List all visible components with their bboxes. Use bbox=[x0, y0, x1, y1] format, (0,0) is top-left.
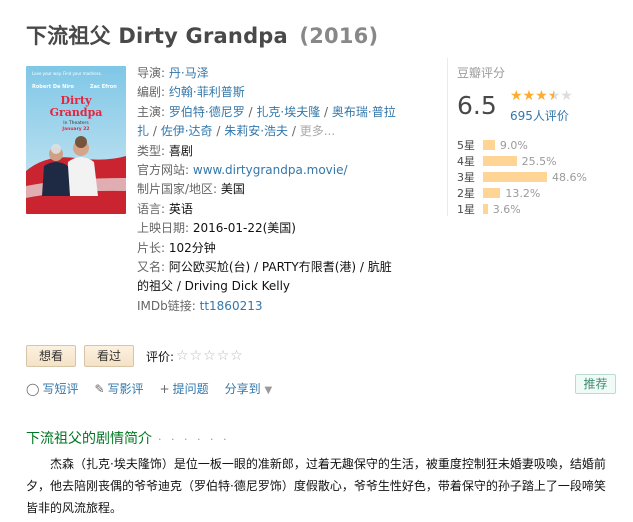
poster-actor-1: Robert De Niro bbox=[32, 84, 74, 90]
info-imdb: IMDb链接: tt1860213 bbox=[137, 298, 263, 313]
cast-link-2[interactable]: 扎克·埃夫隆 bbox=[256, 105, 320, 119]
cast-link-1[interactable]: 罗伯特·德尼罗 bbox=[169, 105, 245, 119]
movie-info: 导演: 丹·马泽 编剧: 约翰·菲利普斯 主演: 罗伯特·德尼罗 / 扎克·埃夫… bbox=[137, 64, 397, 316]
movie-poster[interactable]: Love your way. Find your madness. Robert… bbox=[26, 66, 126, 214]
rating-bar-label: 4星 bbox=[457, 155, 475, 168]
empty-star-icon: ★ bbox=[560, 88, 573, 104]
want-to-see-button[interactable]: 想看 bbox=[26, 345, 76, 367]
title-en: Dirty Grandpa bbox=[118, 24, 288, 48]
write-short-review-link[interactable]: ◯ 写短评 bbox=[26, 380, 78, 397]
seen-button[interactable]: 看过 bbox=[84, 345, 134, 367]
rating-bar-percent: 3.6% bbox=[492, 202, 521, 216]
rating-bar-percent: 9.0% bbox=[499, 138, 528, 152]
pencil-icon: ✎ bbox=[94, 382, 105, 396]
rating-bar-fill bbox=[483, 156, 517, 166]
rating-bar-percent: 13.2% bbox=[505, 186, 541, 200]
rating-label: 豆瓣评分 bbox=[457, 66, 506, 80]
rating-people-link[interactable]: 695人评价 bbox=[510, 107, 569, 124]
synopsis-title: 下流祖父的剧情简介 bbox=[26, 431, 152, 447]
caret-down-icon: ▼ bbox=[264, 385, 273, 396]
director-link[interactable]: 丹·马泽 bbox=[169, 66, 209, 80]
info-cast: 主演: 罗伯特·德尼罗 / 扎克·埃夫隆 / 奥布瑞·普拉扎 / 佐伊·达奇 /… bbox=[137, 104, 396, 139]
info-release: 上映日期: 2016-01-22(美国) bbox=[137, 221, 296, 236]
rating-bar-row: 2星 13.2% bbox=[457, 185, 617, 201]
info-genre: 类型: 喜剧 bbox=[137, 143, 193, 158]
poster-date: January 22 bbox=[61, 126, 89, 132]
imdb-link[interactable]: tt1860213 bbox=[200, 299, 263, 313]
interest-buttons: 想看 看过 评价: ☆☆☆☆☆ bbox=[26, 345, 244, 367]
rating-bar-fill bbox=[483, 204, 488, 214]
share-dropdown[interactable]: 分享到 ▼ bbox=[225, 380, 273, 397]
rating-bar-percent: 48.6% bbox=[552, 170, 587, 184]
action-links: ◯ 写短评 ✎ 写影评 + 提问题 分享到 ▼ bbox=[26, 380, 288, 397]
empty-star-icon[interactable]: ☆ bbox=[230, 348, 244, 364]
rating-bar-label: 5星 bbox=[457, 139, 475, 152]
poster-in-theaters: In Theaters bbox=[63, 120, 89, 126]
rating-bar-row: 1星 3.6% bbox=[457, 201, 617, 217]
rating-bar-row: 5星 9.0% bbox=[457, 137, 617, 153]
rating-bar-label: 3星 bbox=[457, 171, 475, 184]
rating-bar-label: 1星 bbox=[457, 203, 475, 216]
recommend-button[interactable]: 推荐 bbox=[575, 374, 616, 394]
star-icon: ★ bbox=[535, 88, 548, 104]
info-writer: 编剧: 约翰·菲利普斯 bbox=[137, 85, 245, 100]
star-icon: ★ bbox=[510, 88, 523, 104]
poster-title-2: Grandpa bbox=[50, 106, 103, 119]
info-language: 语言: 英语 bbox=[137, 201, 193, 216]
rating-score: 6.5 bbox=[457, 91, 497, 120]
empty-star-icon[interactable]: ☆ bbox=[190, 348, 204, 364]
title-cn: 下流祖父 bbox=[26, 24, 111, 48]
synopsis-dots: · · · · · · bbox=[158, 433, 230, 446]
synopsis-heading: 下流祖父的剧情简介 · · · · · · bbox=[26, 428, 229, 448]
star-icon: ★ bbox=[522, 88, 536, 104]
official-site-link[interactable]: www.dirtygrandpa.movie/ bbox=[193, 163, 348, 177]
info-aka: 又名: 阿公欧买尬(台) / PARTY冇限耆(港) / 肮脏的祖父 / Dri… bbox=[137, 260, 392, 294]
info-director: 导演: 丹·马泽 bbox=[137, 66, 209, 80]
half-star-icon: ★ bbox=[547, 88, 561, 104]
rating-bar-fill bbox=[483, 172, 547, 182]
info-site: 官方网站: www.dirtygrandpa.movie/ bbox=[137, 163, 348, 178]
rating-bar-label: 2星 bbox=[457, 187, 475, 200]
comment-icon: ◯ bbox=[26, 382, 40, 396]
synopsis-text: 杰森（扎克·埃夫隆饰）是位一板一眼的准新郎，过着无趣保守的生活，被重度控制狂未婚… bbox=[26, 457, 606, 515]
rating-bar-percent: 25.5% bbox=[521, 154, 557, 168]
ask-question-link[interactable]: + 提问题 bbox=[160, 380, 209, 397]
empty-star-icon[interactable]: ☆ bbox=[217, 348, 231, 364]
plus-icon: + bbox=[159, 382, 170, 396]
rate-label: 评价: bbox=[146, 349, 175, 364]
poster-tagline: Love your way. Find your madness. bbox=[32, 71, 102, 76]
page-title: 下流祖父 Dirty Grandpa (2016) bbox=[26, 20, 378, 50]
writer-link[interactable]: 约翰·菲利普斯 bbox=[169, 85, 245, 99]
cast-more-link[interactable]: 更多... bbox=[300, 124, 335, 138]
title-year: (2016) bbox=[299, 24, 379, 48]
info-runtime: 片长: 102分钟 bbox=[137, 240, 216, 255]
write-review-link[interactable]: ✎ 写影评 bbox=[94, 380, 143, 397]
cast-link-5[interactable]: 朱莉安·浩夫 bbox=[224, 124, 288, 138]
empty-star-icon[interactable]: ☆ bbox=[203, 348, 217, 364]
rating-distribution: 5星 9.0% 4星 25.5% 3星 48.6% 2星 13.2% 1星 3.6% bbox=[457, 137, 617, 217]
empty-star-icon[interactable]: ☆ bbox=[176, 348, 190, 364]
rating-bar-fill bbox=[483, 140, 495, 150]
rating-bar-row: 3星 48.6% bbox=[457, 169, 617, 185]
info-country: 制片国家/地区: 美国 bbox=[137, 182, 245, 197]
rating-panel: 豆瓣评分 6.5 ★★★★★ 695人评价 5星 9.0% 4星 25.5% 3星 48.… bbox=[447, 58, 617, 216]
rating-stars: ★★★★★ bbox=[510, 88, 573, 104]
rate-stars[interactable]: ☆☆☆☆☆ bbox=[176, 348, 244, 364]
cast-link-4[interactable]: 佐伊·达奇 bbox=[161, 124, 213, 138]
rating-bar-fill bbox=[483, 188, 501, 198]
poster-actor-2: Zac Efron bbox=[90, 84, 117, 90]
rating-bar-row: 4星 25.5% bbox=[457, 153, 617, 169]
